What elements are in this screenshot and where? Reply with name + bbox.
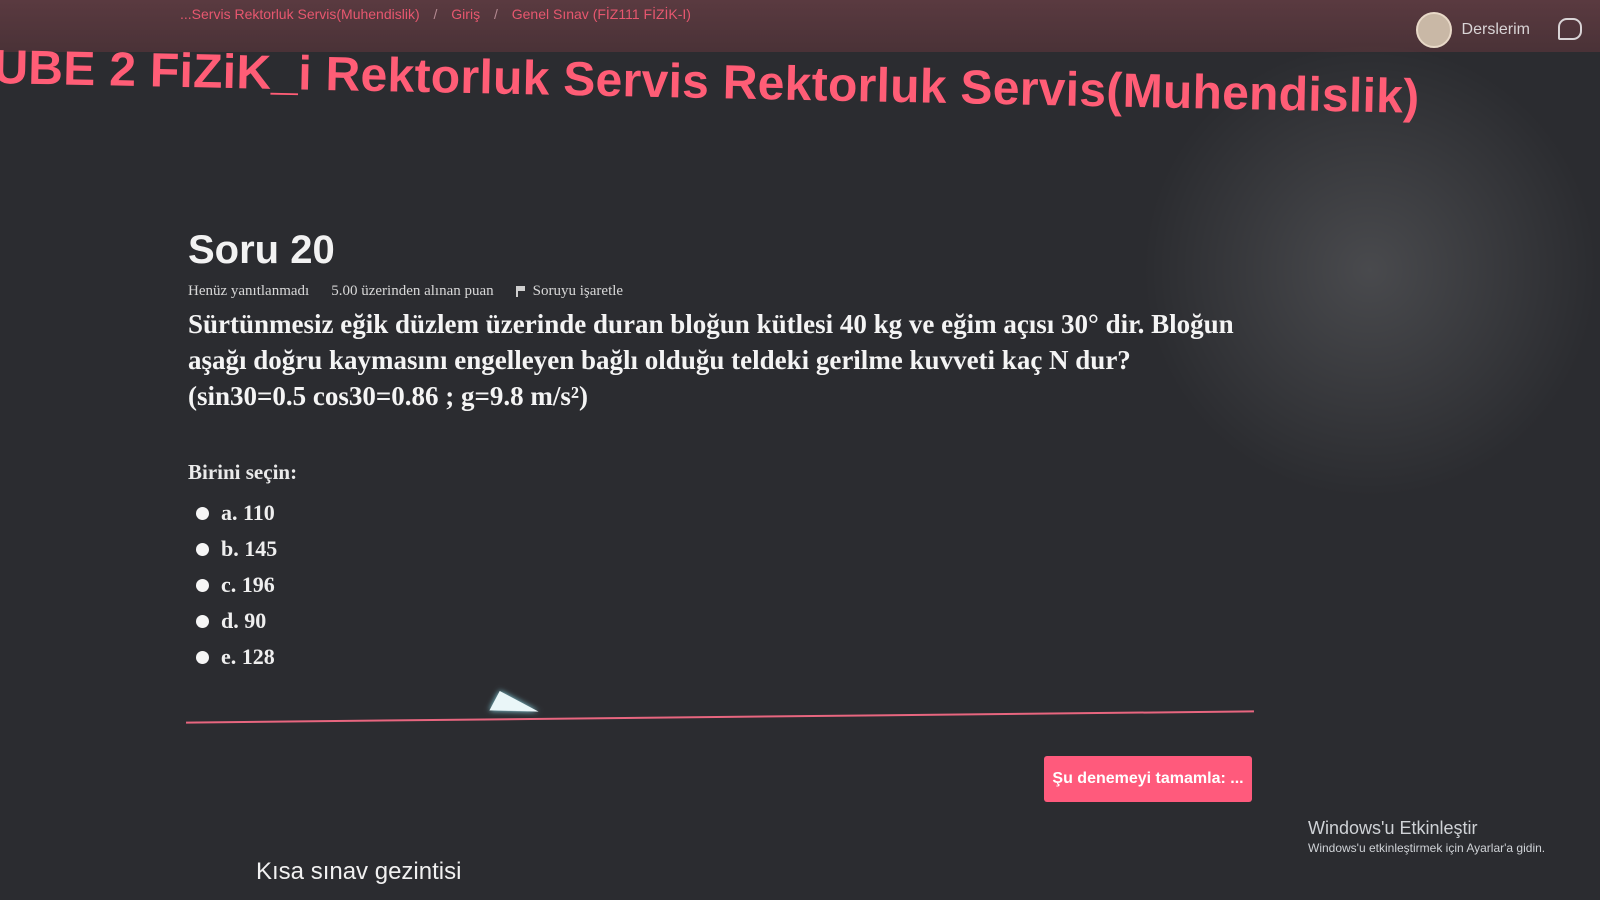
question-text-line: Sürtünmesiz eğik düzlem üzerinde duran b… (188, 309, 1234, 339)
finish-attempt-button[interactable]: Şu denemeyi tamamla: ... (1044, 756, 1252, 802)
flag-question-button[interactable]: Soruyu işaretle (515, 283, 623, 300)
radio-button[interactable] (196, 506, 209, 520)
answer-prompt: Birini seçin: (188, 460, 298, 484)
answer-label[interactable]: e. 128 (221, 644, 275, 670)
question-block: Soru 20 Henüz yanıtlanmadı 5.00 üzerinde… (188, 228, 1278, 675)
question-text: Sürtünmesiz eğik düzlem üzerinde duran b… (188, 306, 1278, 414)
answer-option-d[interactable]: d. 90 (188, 603, 1278, 639)
watermark-title: Windows'u Etkinleştir (1308, 818, 1478, 838)
radio-button[interactable] (196, 650, 209, 664)
answer-label[interactable]: a. 110 (221, 500, 275, 526)
mouse-cursor-icon (489, 690, 539, 732)
watermark-subtitle: Windows'u etkinleştirmek için Ayarlar'a … (1308, 841, 1546, 855)
radio-button[interactable] (196, 542, 209, 556)
breadcrumb-course[interactable]: ...Servis Rektorluk Servis(Muhendislik) (180, 6, 420, 22)
answer-option-e[interactable]: e. 128 (188, 639, 1278, 675)
course-title: UBE 2 FiZiK_i Rektorluk Servis Rektorluk… (0, 40, 1421, 124)
question-points: 5.00 üzerinden alınan puan (331, 283, 494, 299)
flag-icon (515, 286, 527, 297)
answer-list: a. 110 b. 145 c. 196 d. 90 e. 128 (188, 495, 1278, 675)
answer-label[interactable]: c. 196 (221, 572, 275, 598)
flag-question-label[interactable]: Soruyu işaretle (533, 283, 623, 300)
radio-button[interactable] (196, 578, 209, 592)
answer-label[interactable]: b. 145 (221, 536, 277, 562)
question-number: Soru 20 (188, 228, 335, 272)
avatar[interactable] (1415, 12, 1452, 48)
answer-label[interactable]: d. 90 (221, 608, 266, 634)
user-menu-label[interactable]: Derslerim (1462, 21, 1530, 39)
quiz-navigation-title: Kısa sınav gezintisi (256, 858, 462, 885)
breadcrumb-separator: / (493, 6, 498, 22)
radio-button[interactable] (196, 614, 209, 628)
breadcrumb-separator: / (433, 6, 438, 22)
chat-icon[interactable] (1558, 18, 1582, 40)
breadcrumb: ...Servis Rektorluk Servis(Muhendislik) … (180, 6, 701, 22)
windows-activation-watermark: Windows'u Etkinleştir Windows'u etkinleş… (1308, 818, 1545, 855)
answer-option-a[interactable]: a. 110 (188, 495, 1278, 531)
breadcrumb-exam[interactable]: Genel Sınav (FİZ111 FİZİK-I) (512, 6, 691, 22)
question-text-line: (sin30=0.5 cos30=0.86 ; g=9.8 m/s²) (188, 381, 588, 411)
answer-option-b[interactable]: b. 145 (188, 531, 1278, 567)
question-text-line: aşağı doğru kaymasını engelleyen bağlı o… (188, 345, 1131, 375)
divider (186, 710, 1254, 724)
user-menu[interactable]: Derslerim (1415, 12, 1530, 48)
breadcrumb-home[interactable]: Giriş (451, 6, 480, 22)
question-status: Henüz yanıtlanmadı (188, 283, 310, 299)
question-info: Henüz yanıtlanmadı 5.00 üzerinden alınan… (188, 283, 1278, 300)
answer-option-c[interactable]: c. 196 (188, 567, 1278, 603)
